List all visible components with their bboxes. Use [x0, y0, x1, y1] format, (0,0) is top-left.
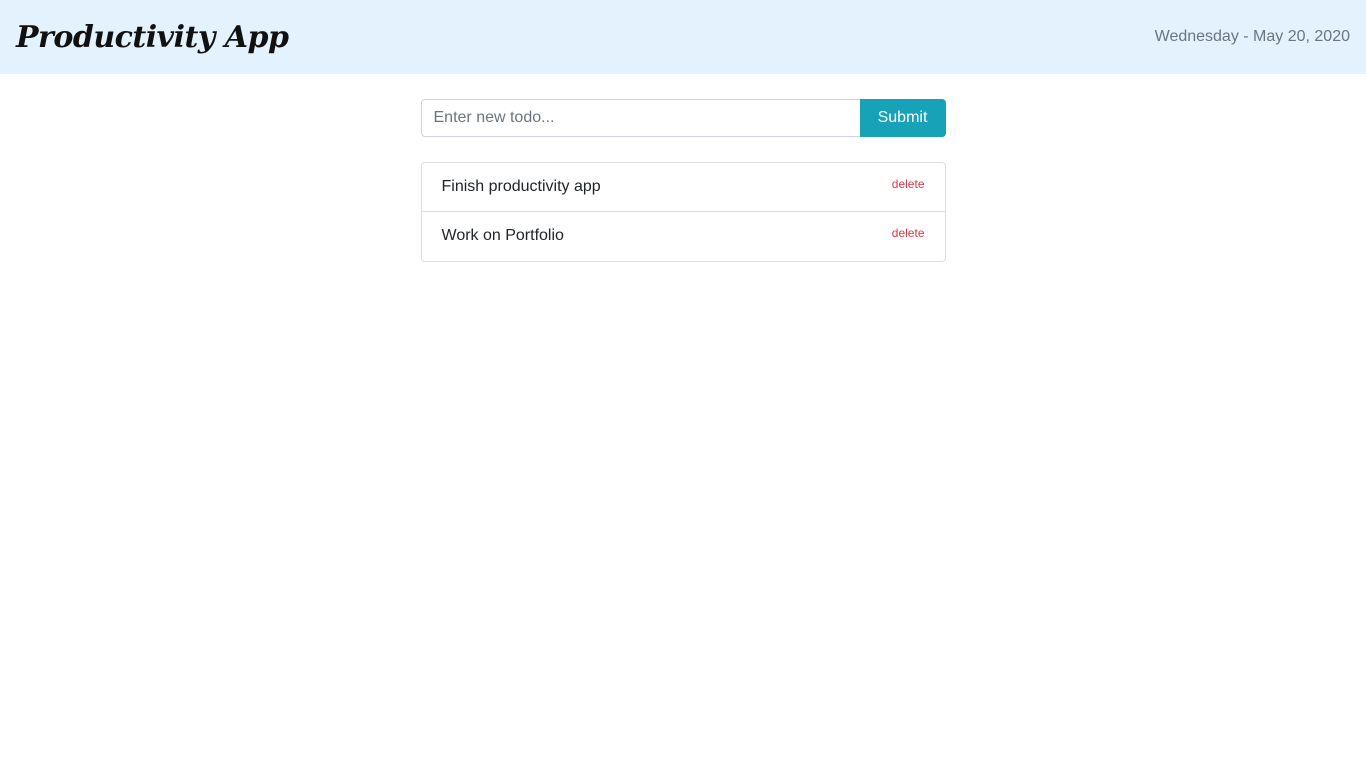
submit-button[interactable]: Submit	[859, 99, 946, 137]
todo-text: Work on Portfolio	[441, 227, 564, 244]
todo-item: Work on Portfolio delete	[420, 212, 946, 262]
delete-link[interactable]: delete	[892, 226, 925, 240]
todo-text: Finish productivity app	[441, 178, 601, 195]
new-todo-input[interactable]	[420, 99, 860, 137]
todo-list: Finish productivity app delete Work on P…	[420, 162, 946, 262]
delete-link[interactable]: delete	[892, 177, 925, 191]
app-brand[interactable]: Productivity App	[16, 20, 289, 55]
navbar: Productivity App Wednesday - May 20, 202…	[0, 0, 1366, 74]
main-content: Submit Finish productivity app delete Wo…	[420, 99, 946, 262]
todo-item: Finish productivity app delete	[420, 162, 946, 212]
new-todo-form: Submit	[420, 99, 946, 137]
current-date: Wednesday - May 20, 2020	[1154, 28, 1350, 45]
